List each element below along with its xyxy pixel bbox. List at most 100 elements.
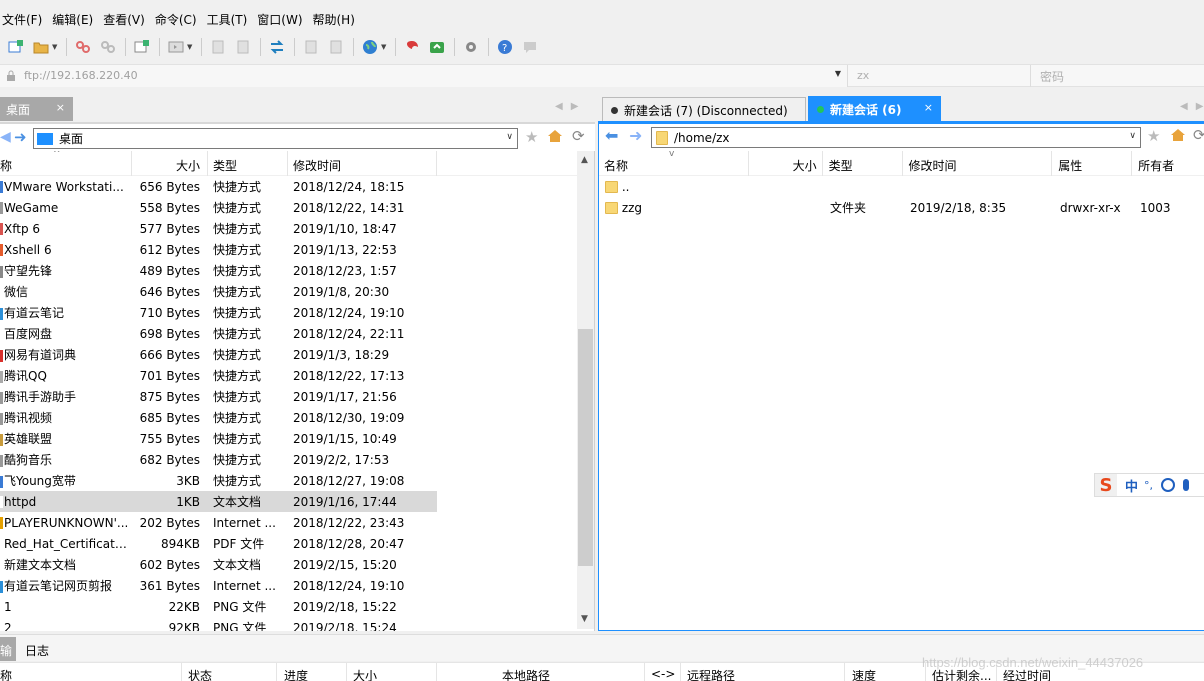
terminal-dropdown-icon[interactable]: ▼ <box>187 37 193 57</box>
col-transfer-status[interactable]: 状态 <box>188 667 212 681</box>
col-transfer-size[interactable]: 大小 <box>353 667 377 681</box>
right-path-input[interactable]: /home/zx ∨ <box>651 127 1141 148</box>
xftp-icon[interactable] <box>427 37 447 57</box>
new-tab-icon[interactable] <box>132 37 152 57</box>
copy-file-icon[interactable] <box>208 37 228 57</box>
table-row[interactable]: 腾讯手游助手 875 Bytes 快捷方式 2019/1/17, 21:56 <box>0 386 437 407</box>
menu-item-4[interactable]: 工具(T) <box>203 11 254 28</box>
col-mtime-header[interactable]: 修改时间 <box>903 151 1053 176</box>
tab-transfer[interactable]: 输 <box>0 637 16 661</box>
table-row[interactable]: WeGame 558 Bytes 快捷方式 2018/12/22, 14:31 <box>0 197 437 218</box>
col-transfer-name[interactable]: 称 <box>0 667 12 681</box>
ime-lang[interactable]: 中 <box>1125 476 1138 495</box>
tab-session-6[interactable]: 新建会话 (6) × <box>808 96 941 121</box>
table-row[interactable]: 新建文本文档 602 Bytes 文本文档 2019/2/15, 15:20 <box>0 554 437 575</box>
col-transfer-progress[interactable]: 进度 <box>284 667 308 681</box>
menu-item-6[interactable]: 帮助(H) <box>309 11 361 28</box>
tab-scroll-arrows-icon[interactable]: ◀▶ <box>1180 101 1204 112</box>
table-row[interactable]: 守望先锋 489 Bytes 快捷方式 2018/12/23, 1:57 <box>0 260 437 281</box>
menu-item-2[interactable]: 查看(V) <box>99 11 151 28</box>
col-transfer-local[interactable]: 本地路径 <box>502 667 550 681</box>
table-row[interactable]: 飞Young宽带 3KB 快捷方式 2018/12/27, 19:08 <box>0 470 437 491</box>
mic-icon[interactable] <box>1183 479 1190 491</box>
home-icon[interactable] <box>1170 128 1186 145</box>
new-session-icon[interactable] <box>6 37 26 57</box>
left-path-input[interactable]: 桌面 ∨ <box>33 128 518 149</box>
menu-item-1[interactable]: 编辑(E) <box>48 11 99 28</box>
xshell-icon[interactable] <box>402 37 422 57</box>
scroll-up-icon[interactable]: ▲ <box>581 155 588 165</box>
table-row[interactable]: 英雄联盟 755 Bytes 快捷方式 2019/1/15, 10:49 <box>0 428 437 449</box>
host-input[interactable]: ftp://192.168.220.40 ▼ <box>0 65 848 87</box>
table-row[interactable]: 微信 646 Bytes 快捷方式 2019/1/8, 20:30 <box>0 281 437 302</box>
table-row[interactable]: Xshell 6 612 Bytes 快捷方式 2019/1/13, 22:53 <box>0 239 437 260</box>
bookmark-star-icon[interactable]: ★ <box>525 128 538 146</box>
ime-punct[interactable]: °, <box>1144 479 1153 492</box>
home-icon[interactable] <box>547 129 563 146</box>
col-transfer-speed[interactable]: 速度 <box>852 667 876 681</box>
table-row[interactable]: 有道云笔记 710 Bytes 快捷方式 2018/12/24, 19:10 <box>0 302 437 323</box>
tab-session-7[interactable]: 新建会话 (7) (Disconnected) <box>602 97 806 121</box>
globe-icon[interactable] <box>360 37 380 57</box>
password-input[interactable]: 密码 <box>1032 65 1204 87</box>
menu-item-3[interactable]: 命令(C) <box>151 11 203 28</box>
back-arrow-icon[interactable]: ◀ <box>0 129 11 145</box>
col-type-header[interactable]: 类型 <box>208 151 288 176</box>
col-name-header[interactable]: 称 <box>0 151 132 176</box>
table-row[interactable]: 2 92KB PNG 文件 2019/2/18, 15:24 <box>0 617 437 631</box>
chevron-down-icon[interactable]: ∨ <box>1129 131 1136 141</box>
menu-item-5[interactable]: 窗口(W) <box>253 11 308 28</box>
paste-file-icon[interactable] <box>233 37 253 57</box>
stop-icon[interactable] <box>301 37 321 57</box>
left-scrollbar[interactable]: ▲ ▼ <box>577 151 594 629</box>
col-mtime-header[interactable]: 修改时间 <box>288 151 437 176</box>
table-row[interactable]: Red_Hat_Certificate... 894KB PDF 文件 2018/12… <box>0 533 437 554</box>
table-row[interactable]: .. <box>599 176 1204 197</box>
sync-icon[interactable] <box>267 37 287 57</box>
table-row[interactable]: 腾讯QQ 701 Bytes 快捷方式 2018/12/22, 17:13 <box>0 365 437 386</box>
col-transfer-direction[interactable]: <-> <box>651 667 675 681</box>
scroll-down-icon[interactable]: ▼ <box>581 614 588 624</box>
tab-log[interactable]: 日志 <box>25 642 49 659</box>
table-row[interactable]: 酷狗音乐 682 Bytes 快捷方式 2019/2/2, 17:53 <box>0 449 437 470</box>
tab-scroll-arrows-icon[interactable]: ◀▶ <box>555 101 586 112</box>
menu-item-0[interactable]: 文件(F) <box>0 11 48 28</box>
col-type-header[interactable]: 类型 <box>823 151 903 176</box>
scroll-thumb[interactable] <box>578 329 593 566</box>
disconnect-icon[interactable] <box>73 37 93 57</box>
table-row[interactable]: zzg 文件夹 2019/2/18, 8:35 drwxr-xr-x 1003 <box>599 197 1204 218</box>
table-row[interactable]: 网易有道词典 666 Bytes 快捷方式 2019/1/3, 18:29 <box>0 344 437 365</box>
table-row[interactable]: 腾讯视频 685 Bytes 快捷方式 2018/12/30, 19:09 <box>0 407 437 428</box>
username-input[interactable]: zx <box>849 65 1031 87</box>
terminal-icon[interactable] <box>166 37 186 57</box>
refresh-icon[interactable]: ⟳ <box>572 127 585 145</box>
reconnect-icon[interactable] <box>98 37 118 57</box>
col-owner-header[interactable]: 所有者 <box>1132 151 1204 176</box>
delete-icon[interactable] <box>326 37 346 57</box>
encoding-dropdown-icon[interactable]: ▼ <box>381 37 387 57</box>
host-dropdown-icon[interactable]: ▼ <box>835 69 841 78</box>
forward-arrow-icon[interactable]: ➜ <box>14 128 27 146</box>
table-row[interactable]: httpd 1KB 文本文档 2019/1/16, 17:44 <box>0 491 437 512</box>
table-row[interactable]: PLAYERUNKNOWN'... 202 Bytes Internet ... 20… <box>0 512 437 533</box>
open-folder-icon[interactable] <box>31 37 51 57</box>
ime-toolbar[interactable]: S 中 °, <box>1094 473 1204 497</box>
table-row[interactable]: 1 22KB PNG 文件 2019/2/18, 15:22 <box>0 596 437 617</box>
emoji-icon[interactable] <box>1161 478 1176 492</box>
refresh-icon[interactable]: ⟳ <box>1193 126 1204 144</box>
tab-desktop[interactable]: 桌面 × <box>0 97 73 121</box>
help-icon[interactable]: ? <box>495 37 515 57</box>
chevron-down-icon[interactable]: ∨ <box>506 132 513 142</box>
col-perm-header[interactable]: 属性 <box>1052 151 1133 176</box>
bookmark-star-icon[interactable]: ★ <box>1147 127 1160 145</box>
table-row[interactable]: VMware Workstati... 656 Bytes 快捷方式 2018/12/… <box>0 176 437 197</box>
open-dropdown-icon[interactable]: ▼ <box>52 37 58 57</box>
table-row[interactable]: 百度网盘 698 Bytes 快捷方式 2018/12/24, 22:11 <box>0 323 437 344</box>
forward-arrow-icon[interactable]: ➜ <box>629 126 642 145</box>
back-arrow-icon[interactable]: ⬅ <box>605 126 618 145</box>
close-icon[interactable]: × <box>924 101 933 114</box>
col-size-header[interactable]: 大小 <box>749 151 823 176</box>
chat-icon[interactable] <box>520 37 540 57</box>
col-transfer-remote[interactable]: 远程路径 <box>687 667 735 681</box>
close-icon[interactable]: × <box>56 101 65 114</box>
